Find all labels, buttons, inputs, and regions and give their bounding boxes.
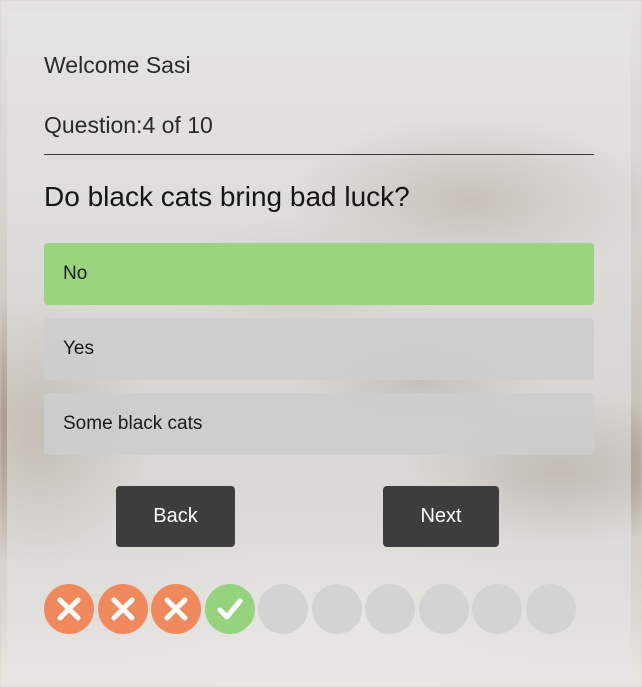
progress-dot-4 [205,584,255,634]
x-mark-icon [57,597,81,621]
progress-dot-5 [258,584,308,634]
x-mark-icon [164,597,188,621]
progress-dot-9 [472,584,522,634]
progress-dot-6 [312,584,362,634]
question-counter: Question:4 of 10 [44,112,213,138]
answer-option-no[interactable]: No [44,243,594,305]
answer-option-some-black-cats[interactable]: Some black cats [44,393,594,455]
question-text: Do black cats bring bad luck? [44,181,410,212]
progress-dot-8 [419,584,469,634]
check-mark-icon [217,598,243,620]
progress-dot-10 [526,584,576,634]
back-button[interactable]: Back [116,486,235,547]
progress-dot-1 [44,584,94,634]
divider [44,154,594,155]
answer-option-yes[interactable]: Yes [44,318,594,380]
progress-dot-2 [98,584,148,634]
progress-dot-3 [151,584,201,634]
next-button[interactable]: Next [383,486,499,547]
progress-dot-7 [365,584,415,634]
x-mark-icon [111,597,135,621]
welcome-message: Welcome Sasi [44,52,191,78]
